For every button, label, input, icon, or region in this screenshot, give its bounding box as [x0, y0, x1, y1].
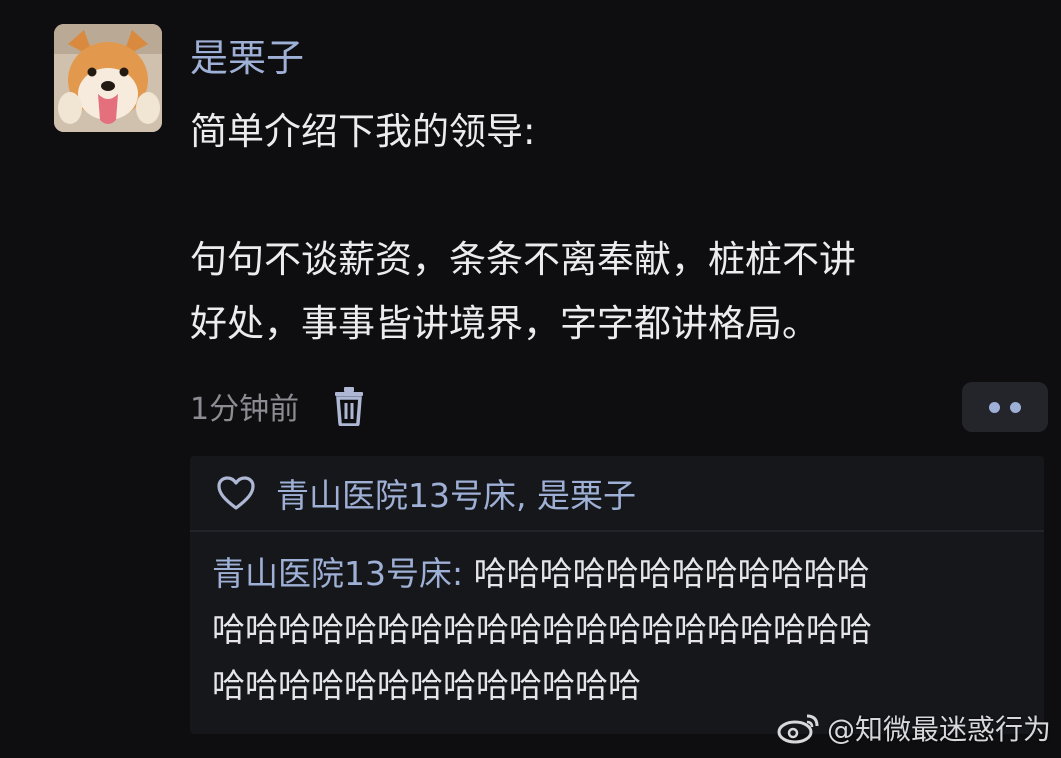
- watermark-text: @知微最迷惑行为: [826, 713, 1051, 746]
- post-line: 句句不谈薪资，条条不离奉献，桩桩不讲: [190, 238, 856, 281]
- reply-comment: 青山医院13号床: 哈哈哈哈哈哈哈哈哈哈哈哈 哈哈哈哈哈哈哈哈哈哈哈哈哈哈哈哈哈…: [212, 546, 1032, 714]
- reply-line: 哈哈哈哈哈哈哈哈哈哈哈哈哈哈哈哈哈哈哈哈: [212, 610, 872, 649]
- post-line: 简单介绍下我的领导:: [190, 110, 536, 153]
- username[interactable]: 是栗子: [190, 34, 304, 82]
- reply-line: 哈哈哈哈哈哈哈哈哈哈哈哈哈: [212, 666, 641, 705]
- shiba-dog-avatar-image: [54, 24, 162, 132]
- post-meta: 1分钟前: [190, 382, 365, 430]
- weibo-logo-icon: [777, 714, 819, 744]
- likes-row: 青山医院13号床, 是栗子: [190, 456, 1044, 532]
- timestamp: 1分钟前: [190, 392, 300, 427]
- reply-text: 哈哈哈哈哈哈哈哈哈哈哈哈: [473, 554, 870, 593]
- reply-author[interactable]: 青山医院13号床:: [212, 554, 463, 593]
- trash-icon[interactable]: [333, 386, 365, 427]
- more-options-button[interactable]: [962, 382, 1048, 432]
- liked-by-names[interactable]: 青山医院13号床, 是栗子: [276, 469, 636, 517]
- reply-line: 青山医院13号床: 哈哈哈哈哈哈哈哈哈哈哈哈: [212, 546, 1032, 602]
- more-dots-icon: [989, 402, 1000, 413]
- post-line: 好处，事事皆讲境界，字字都讲格局。: [190, 302, 819, 345]
- watermark: @知微最迷惑行为: [777, 708, 1051, 748]
- avatar[interactable]: [54, 24, 162, 132]
- comment-box: 青山医院13号床, 是栗子 青山医院13号床: 哈哈哈哈哈哈哈哈哈哈哈哈 哈哈哈…: [190, 456, 1044, 734]
- heart-icon[interactable]: [216, 475, 256, 511]
- post-content: 简单介绍下我的领导: 句句不谈薪资，条条不离奉献，桩桩不讲 好处，事事皆讲境界，…: [190, 100, 1040, 356]
- more-dots-icon: [1010, 402, 1021, 413]
